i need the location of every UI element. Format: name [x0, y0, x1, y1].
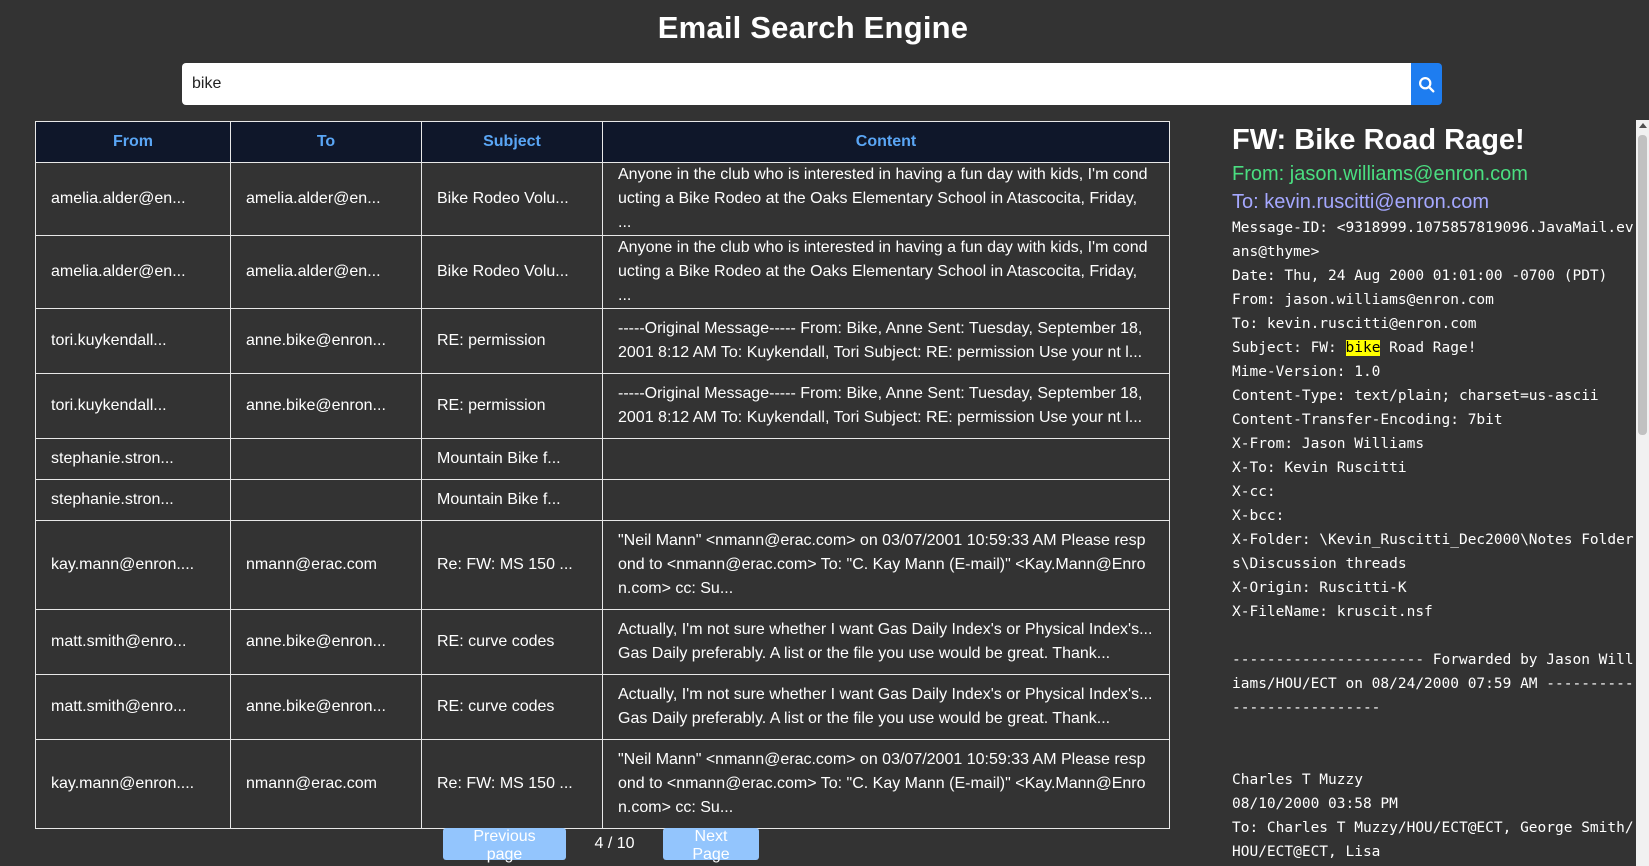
cell-from: stephanie.stron... [51, 450, 174, 467]
cell-subject: RE: permission [437, 332, 546, 349]
email-body-part: Message-ID: <9318999.1075857819096.JavaM… [1232, 220, 1634, 356]
cell-from: stephanie.stron... [51, 491, 174, 508]
cell-from: matt.smith@enro... [51, 698, 187, 715]
table-row[interactable]: amelia.alder@en... amelia.alder@en... Bi… [35, 162, 1170, 236]
table-header-row: From To Subject Content [35, 121, 1170, 163]
results-table: From To Subject Content amelia.alder@en.… [35, 121, 1170, 829]
cell-subject: Bike Rodeo Volu... [437, 263, 569, 280]
table-row[interactable]: tori.kuykendall... anne.bike@enron... RE… [35, 308, 1170, 374]
cell-to: anne.bike@enron... [246, 698, 386, 715]
search-highlight: bike [1345, 340, 1381, 356]
cell-content: -----Original Message----- From: Bike, A… [618, 385, 1143, 426]
cell-to: nmann@erac.com [246, 556, 377, 573]
cell-subject: Re: FW: MS 150 ... [437, 556, 573, 573]
scroll-up-arrow-icon[interactable] [1639, 123, 1647, 128]
cell-from: matt.smith@enro... [51, 633, 187, 650]
cell-subject: Mountain Bike f... [437, 450, 561, 467]
cell-subject: RE: curve codes [437, 633, 555, 650]
table-row[interactable]: matt.smith@enro... anne.bike@enron... RE… [35, 609, 1170, 675]
table-row[interactable]: kay.mann@enron.... nmann@erac.com Re: FW… [35, 520, 1170, 610]
table-row[interactable]: stephanie.stron... Mountain Bike f... [35, 479, 1170, 521]
cell-from: amelia.alder@en... [51, 263, 186, 280]
cell-from: tori.kuykendall... [51, 397, 167, 414]
cell-subject: RE: permission [437, 397, 546, 414]
cell-content: -----Original Message----- From: Bike, A… [618, 320, 1143, 361]
cell-from: tori.kuykendall... [51, 332, 167, 349]
search-button[interactable] [1411, 63, 1442, 105]
cell-from: amelia.alder@en... [51, 190, 186, 207]
cell-to: anne.bike@enron... [246, 332, 386, 349]
cell-from: kay.mann@enron.... [51, 775, 195, 792]
cell-subject: Bike Rodeo Volu... [437, 190, 569, 207]
column-header-from[interactable]: From [35, 121, 231, 163]
column-header-to[interactable]: To [230, 121, 422, 163]
search-input[interactable] [182, 63, 1411, 105]
cell-content: Anyone in the club who is interested in … [618, 239, 1148, 304]
search-bar [182, 63, 1442, 105]
cell-to: nmann@erac.com [246, 775, 377, 792]
search-icon [1419, 76, 1435, 92]
page-title: Email Search Engine [657, 10, 969, 45]
page-indicator: 4 / 10 [594, 835, 635, 852]
pagination: Previous page 4 / 10 Next Page [443, 828, 759, 863]
detail-scrollbar[interactable] [1636, 120, 1649, 866]
email-body-part: Road Rage! Mime-Version: 1.0 Content-Typ… [1232, 340, 1634, 860]
cell-to: anne.bike@enron... [246, 633, 386, 650]
cell-content: Actually, I'm not sure whether I want Ga… [618, 686, 1153, 727]
column-header-subject[interactable]: Subject [421, 121, 603, 163]
cell-to: amelia.alder@en... [246, 190, 381, 207]
email-from: From: jason.williams@enron.com [1232, 163, 1528, 185]
cell-content: "Neil Mann" <nmann@erac.com> on 03/07/20… [618, 751, 1146, 816]
cell-to: anne.bike@enron... [246, 397, 386, 414]
table-row[interactable]: tori.kuykendall... anne.bike@enron... RE… [35, 373, 1170, 439]
cell-from: kay.mann@enron.... [51, 556, 195, 573]
email-search-page: Email Search Engine From To Subject Cont… [0, 0, 1649, 866]
cell-subject: RE: curve codes [437, 698, 555, 715]
cell-content: Actually, I'm not sure whether I want Ga… [618, 621, 1153, 662]
next-page-button[interactable]: Next Page [663, 828, 759, 863]
email-subject: FW: Bike Road Rage! [1232, 124, 1525, 156]
cell-subject: Mountain Bike f... [437, 491, 561, 508]
cell-content: "Neil Mann" <nmann@erac.com> on 03/07/20… [618, 532, 1146, 597]
previous-page-button[interactable]: Previous page [443, 828, 566, 863]
cell-subject: Re: FW: MS 150 ... [437, 775, 573, 792]
cell-content: Anyone in the club who is interested in … [618, 166, 1148, 231]
table-row[interactable]: kay.mann@enron.... nmann@erac.com Re: FW… [35, 739, 1170, 829]
email-to: To: kevin.ruscitti@enron.com [1232, 191, 1490, 213]
table-row[interactable]: matt.smith@enro... anne.bike@enron... RE… [35, 674, 1170, 740]
cell-to: amelia.alder@en... [246, 263, 381, 280]
table-row[interactable]: amelia.alder@en... amelia.alder@en... Bi… [35, 235, 1170, 309]
email-body: Message-ID: <9318999.1075857819096.JavaM… [1232, 216, 1634, 864]
table-row[interactable]: stephanie.stron... Mountain Bike f... [35, 438, 1170, 480]
column-header-content[interactable]: Content [602, 121, 1170, 163]
scrollbar-thumb[interactable] [1638, 135, 1647, 435]
email-detail-panel[interactable]: FW: Bike Road Rage! From: jason.williams… [1232, 120, 1634, 866]
